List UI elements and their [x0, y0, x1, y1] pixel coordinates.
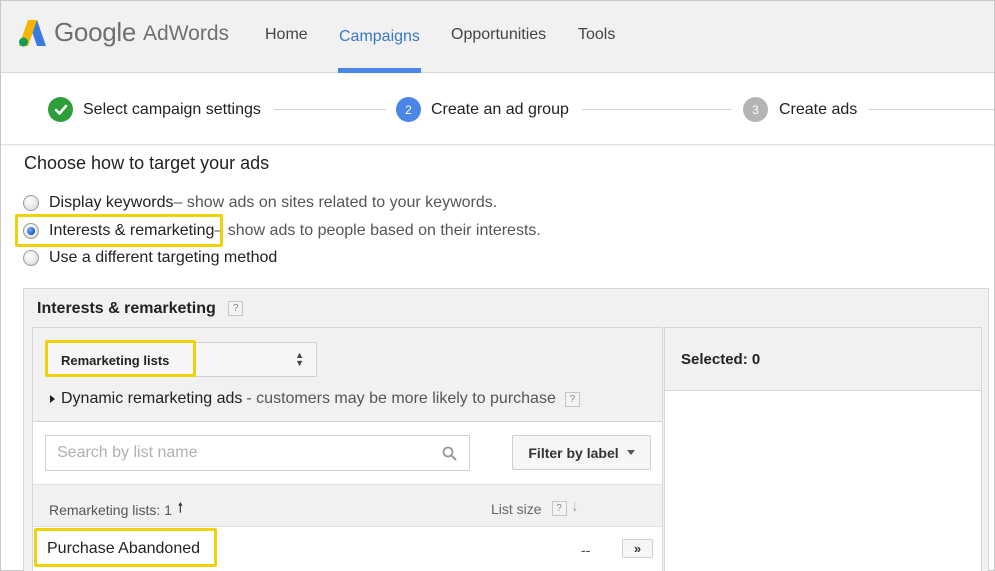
add-list-button[interactable]: » [622, 539, 653, 558]
step-complete-check-icon [48, 97, 73, 122]
step-3-label: Create ads [779, 101, 858, 118]
dynamic-remarketing-desc: - customers may be more likely to purcha… [246, 390, 556, 407]
selected-count: Selected: 0 [681, 351, 761, 368]
step-connector [868, 109, 994, 110]
radio-label: Display keywords [49, 194, 174, 211]
adwords-logo-icon [19, 19, 46, 46]
step-connector [274, 109, 386, 110]
caret-down-icon [626, 450, 635, 455]
selected-pane: Selected: 0 [664, 327, 982, 571]
column-name-label: Remarketing lists: 1 [49, 502, 172, 518]
panel-title-text: Interests & remarketing [37, 300, 216, 317]
nav-tab-tools[interactable]: Tools [578, 26, 615, 44]
column-header-name[interactable]: Remarketing lists: 1 🠑 [49, 499, 183, 521]
highlight-box [45, 340, 196, 377]
help-icon[interactable]: ? [564, 391, 580, 407]
step-2-badge: 2 [396, 97, 421, 122]
radio-option-different-method[interactable]: Use a different targeting method [23, 249, 277, 267]
step-1-label[interactable]: Select campaign settings [83, 101, 261, 119]
table-header: Remarketing lists: 1 🠑 List size ? 🠓 [33, 484, 662, 527]
logo-adwords-text: AdWords [143, 21, 230, 45]
step-connector [582, 109, 732, 110]
nav-tab-campaigns[interactable]: Campaigns [339, 28, 420, 46]
selected-header: Selected: 0 [665, 328, 981, 391]
radio-label: Use a different targeting method [49, 249, 278, 266]
adwords-logo[interactable]: Google AdWords [19, 17, 229, 48]
filter-button-label: Filter by label [528, 444, 619, 461]
radio-description: – show ads to people based on their inte… [214, 222, 541, 239]
nav-tab-home[interactable]: Home [265, 26, 308, 44]
highlight-box [15, 214, 223, 247]
help-icon[interactable]: ? [551, 501, 567, 516]
list-size: -- [581, 542, 591, 558]
help-icon[interactable]: ? [228, 301, 244, 317]
radio-option-display-keywords[interactable]: Display keywords – show ads on sites rel… [23, 194, 497, 212]
top-header: Google AdWords Home Campaigns Opportunit… [1, 1, 994, 73]
filter-by-label-button[interactable]: Filter by label [512, 435, 651, 470]
step-3-badge: 3 [743, 97, 768, 122]
active-tab-indicator [338, 68, 421, 73]
search-input[interactable] [46, 436, 436, 470]
panel-title: Interests & remarketing ? [37, 300, 244, 318]
sort-ascending-icon: 🠑 [177, 500, 183, 515]
radio-different-method[interactable] [23, 250, 39, 266]
search-icon[interactable] [442, 446, 457, 461]
dynamic-remarketing-label: Dynamic remarketing ads [61, 390, 243, 407]
column-size-label: List size [491, 500, 542, 517]
nav-tab-opportunities[interactable]: Opportunities [451, 26, 546, 44]
logo-google-text: Google [54, 17, 137, 47]
radio-description: – show ads on sites related to your keyw… [173, 194, 498, 211]
sort-descending-icon: 🠓 [572, 500, 577, 514]
column-header-size[interactable]: List size ? 🠓 [491, 498, 577, 519]
dynamic-remarketing-toggle[interactable]: Dynamic remarketing ads - customers may … [50, 390, 580, 408]
step-2-label: Create an ad group [431, 101, 569, 118]
highlight-box [34, 528, 217, 567]
search-box[interactable] [45, 435, 470, 471]
campaign-stepper: Select campaign settings 2 Create an ad … [1, 74, 994, 145]
radio-display-keywords[interactable] [23, 195, 39, 211]
expand-triangle-icon [50, 395, 55, 403]
updown-arrows-icon: ▲ ▼ [295, 350, 304, 368]
targeting-title: Choose how to target your ads [24, 153, 270, 173]
